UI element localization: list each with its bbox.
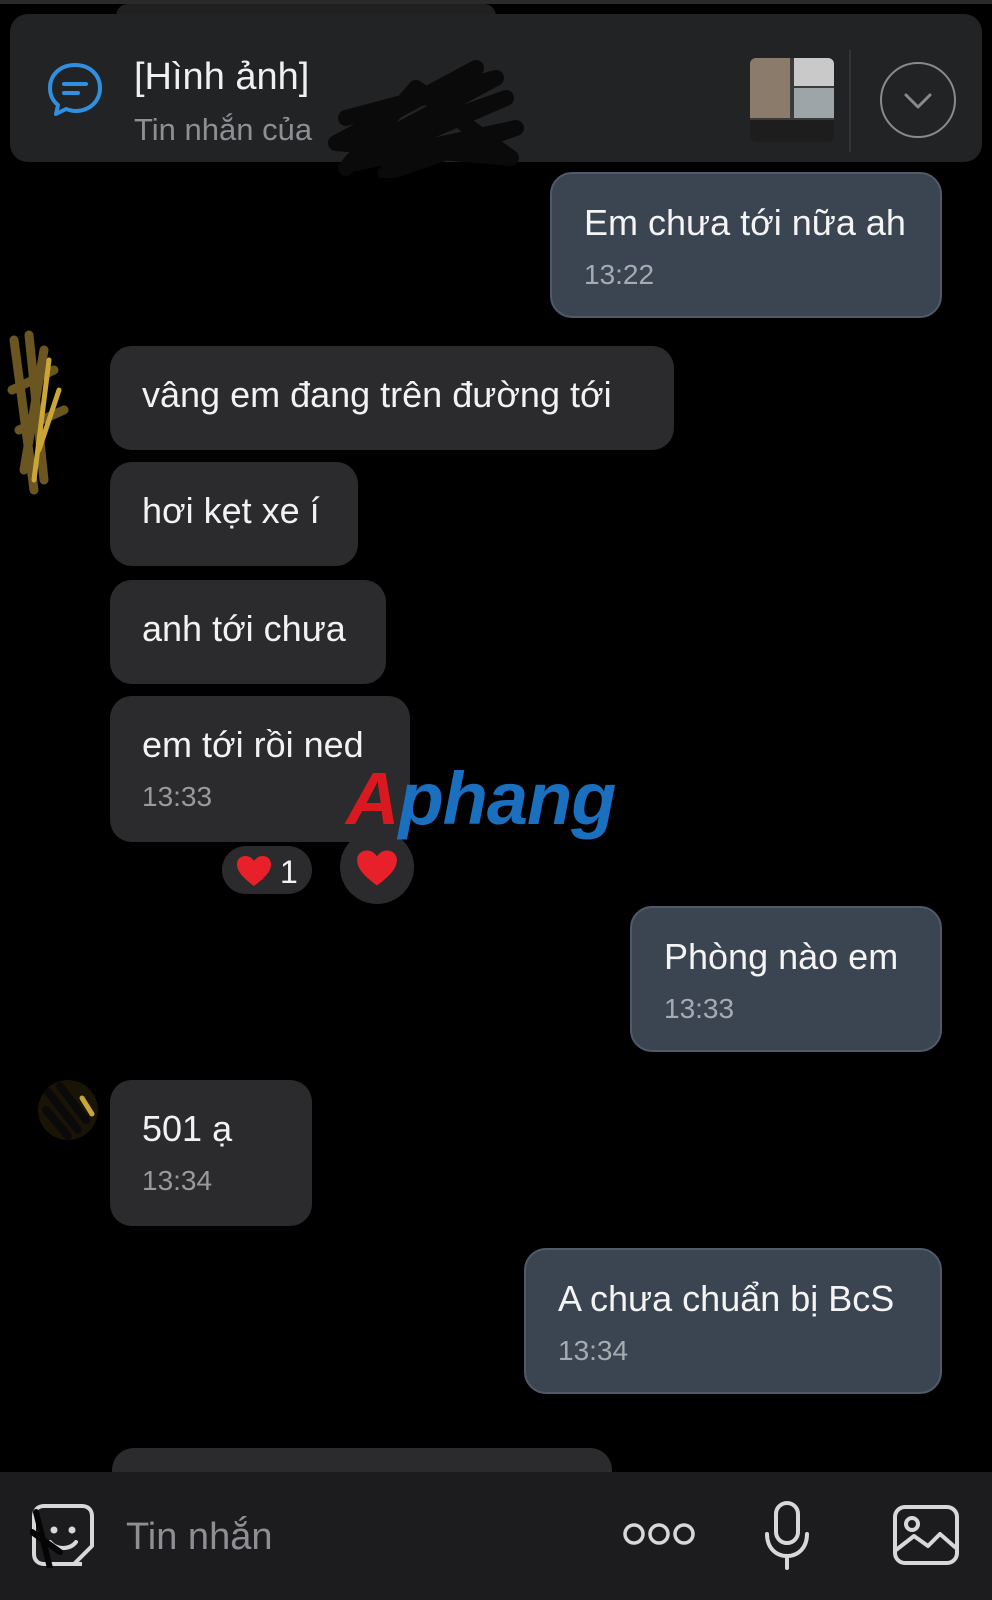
banner-divider [849, 50, 851, 152]
message-input[interactable]: Tin nhắn [126, 1516, 272, 1559]
microphone-icon[interactable] [764, 1500, 810, 1572]
heart-icon [357, 850, 397, 886]
message-time: 13:33 [142, 781, 213, 812]
pinned-title: [Hình ảnh] [134, 56, 310, 98]
reaction-summary[interactable]: 1 [222, 846, 312, 894]
collapse-pinned-button[interactable] [880, 62, 956, 138]
message-time: 13:34 [558, 1335, 629, 1366]
contact-avatar[interactable] [38, 1080, 98, 1140]
message-bubble-incoming[interactable]: vâng em đang trên đường tới [110, 346, 674, 450]
message-text: Phòng nào em [664, 936, 899, 977]
message-bubble-incoming[interactable]: 501 ạ 13:34 [110, 1080, 312, 1226]
sticker-icon[interactable] [30, 1502, 96, 1568]
message-text: A chưa chuẩn bị BcS [558, 1278, 895, 1319]
message-text: 501 ạ [142, 1108, 233, 1149]
message-text: hơi kẹt xe í [142, 490, 320, 531]
message-icon [48, 63, 102, 116]
message-text: vâng em đang trên đường tới [142, 374, 612, 415]
message-composer: Tin nhắn [0, 1472, 992, 1600]
redaction-scribble [328, 60, 524, 178]
message-text: Em chưa tới nữa ah [584, 202, 906, 243]
pinned-message-banner[interactable]: [Hình ảnh] Tin nhắn của [10, 14, 982, 178]
pinned-image-thumbnail[interactable] [750, 58, 834, 142]
message-time: 13:33 [664, 993, 735, 1024]
pinned-subtitle: Tin nhắn của [134, 112, 313, 147]
message-text: anh tới chưa [142, 608, 346, 649]
message-time: 13:22 [584, 259, 655, 290]
message-time: 13:34 [142, 1165, 213, 1196]
contact-avatar[interactable] [4, 330, 94, 500]
chevron-down-icon [904, 93, 932, 109]
reaction-count: 1 [280, 854, 298, 890]
message-bubble-outgoing[interactable]: Phòng nào em 13:33 [630, 906, 942, 1052]
add-reaction-button[interactable] [340, 830, 414, 904]
image-gallery-icon[interactable] [892, 1504, 960, 1566]
message-bubble-incoming[interactable]: hơi kẹt xe í [110, 462, 358, 566]
message-bubble-outgoing[interactable]: Em chưa tới nữa ah 13:22 [550, 172, 942, 318]
heart-icon [237, 856, 271, 886]
message-text: em tới rồi ned [142, 724, 364, 765]
watermark-logo: Aphang [346, 757, 616, 840]
message-bubble-incoming[interactable]: anh tới chưa [110, 580, 386, 684]
message-bubble-outgoing[interactable]: A chưa chuẩn bị BcS 13:34 [524, 1248, 942, 1394]
more-options-icon[interactable] [622, 1518, 696, 1550]
